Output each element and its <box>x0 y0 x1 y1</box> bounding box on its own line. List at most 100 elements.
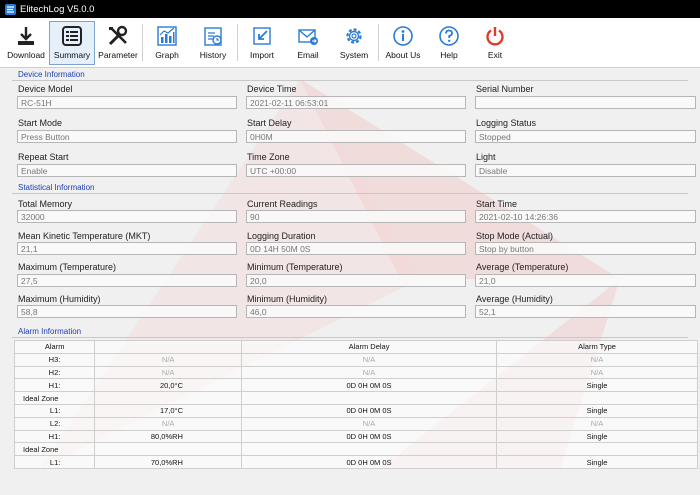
mkt-field[interactable]: 21,1 <box>17 242 237 255</box>
avg-humidity-field[interactable]: 52,1 <box>475 305 696 318</box>
download-button[interactable]: Download <box>3 21 49 65</box>
ideal-zone-label: Ideal Zone <box>13 442 96 457</box>
alarm-table-header: Alarm Alarm Delay Alarm Type <box>13 340 698 354</box>
empty-cell <box>496 442 698 457</box>
time-zone-field[interactable]: UTC +00:00 <box>246 164 466 177</box>
empty-cell <box>240 442 498 457</box>
history-button[interactable]: History <box>190 21 236 65</box>
stop-mode-label: Stop Mode (Actual) <box>476 231 554 241</box>
tools-icon <box>108 25 128 46</box>
alarm-row: L2: N/A N/A N/A <box>13 416 698 431</box>
alarm-table: Alarm Alarm Delay Alarm Type H3: N/A N/A N/… <box>13 340 698 469</box>
alarm-delay-cell: 0D 0H 0M 0S <box>240 378 498 393</box>
min-humidity-label: Minimum (Humidity) <box>247 294 328 304</box>
light-field[interactable]: Disable <box>475 164 696 177</box>
toolbar-separator <box>378 24 379 61</box>
alarm-threshold-cell: 80,0%RH <box>94 429 242 444</box>
light-label: Light <box>476 152 496 162</box>
summary-label: Summary <box>53 50 91 60</box>
ideal-zone-row: Ideal Zone <box>13 442 698 457</box>
avg-temperature-field[interactable]: 21,0 <box>475 274 696 287</box>
title-bar: ElitechLog V5.0.0 <box>0 0 700 18</box>
system-button[interactable]: System <box>331 21 377 65</box>
empty-cell <box>240 391 498 405</box>
value-column-header <box>94 340 242 354</box>
alarm-level-cell: L1: <box>13 403 96 418</box>
alarm-type-cell: Single <box>496 378 698 393</box>
stop-mode-field[interactable]: Stop by button <box>475 242 696 255</box>
total-memory-field[interactable]: 32000 <box>17 210 237 223</box>
max-temperature-field[interactable]: 27,5 <box>17 274 237 287</box>
device-time-label: Device Time <box>247 84 297 94</box>
logging-duration-field[interactable]: 0D 14H 50M 0S <box>246 242 466 255</box>
section-divider <box>12 337 688 338</box>
graph-button[interactable]: Graph <box>144 21 190 65</box>
alarm-delay-cell: 0D 0H 0M 0S <box>240 403 498 418</box>
start-mode-field[interactable]: Press Button <box>17 130 237 143</box>
system-label: System <box>339 50 369 60</box>
max-humidity-field[interactable]: 58,8 <box>17 305 237 318</box>
start-time-field[interactable]: 2021-02-10 14:26:36 <box>475 210 696 223</box>
min-humidity-field[interactable]: 46,0 <box>246 305 466 318</box>
alarm-threshold-cell: 70,0%RH <box>94 455 242 469</box>
alarm-delay-cell: 0D 0H 0M 0S <box>240 455 498 469</box>
alarm-level-cell: H1: <box>13 378 96 393</box>
alarm-level-cell: L1: <box>13 455 96 469</box>
alarm-level-cell: H1: <box>13 429 96 444</box>
import-icon <box>253 27 271 45</box>
window-title: ElitechLog V5.0.0 <box>20 3 95 15</box>
summary-button[interactable]: Summary <box>49 21 95 65</box>
alarm-threshold-cell: 20,0°C <box>94 378 242 393</box>
alarm-type-cell: N/A <box>496 352 698 367</box>
help-label: Help <box>440 50 458 60</box>
device-model-field[interactable]: RC-51H <box>17 96 237 109</box>
current-readings-label: Current Readings <box>247 199 318 209</box>
alarm-delay-cell: N/A <box>240 352 498 367</box>
alarm-threshold-cell: 17,0°C <box>94 403 242 418</box>
summary-icon <box>62 26 82 46</box>
repeat-start-field[interactable]: Enable <box>17 164 237 177</box>
info-icon <box>393 26 413 46</box>
alarm-delay-column-header: Alarm Delay <box>240 340 498 354</box>
current-readings-field[interactable]: 90 <box>246 210 466 223</box>
alarm-row: H1: 80,0%RH 0D 0H 0M 0S Single <box>13 429 698 444</box>
start-delay-label: Start Delay <box>247 118 292 128</box>
logging-duration-label: Logging Duration <box>247 231 316 241</box>
section-divider <box>12 193 688 194</box>
exit-label: Exit <box>487 50 503 60</box>
graph-label: Graph <box>155 50 179 60</box>
import-label: Import <box>249 50 275 60</box>
alarm-type-cell: N/A <box>496 365 698 380</box>
alarm-row: H3: N/A N/A N/A <box>13 352 698 367</box>
parameter-button[interactable]: Parameter <box>95 21 141 65</box>
logging-status-field[interactable]: Stopped <box>475 130 696 143</box>
total-memory-label: Total Memory <box>18 199 73 209</box>
alarm-row: L1: 17,0°C 0D 0H 0M 0S Single <box>13 403 698 418</box>
alarm-level-cell: H2: <box>13 365 96 380</box>
download-label: Download <box>7 50 45 60</box>
email-label: Email <box>297 50 319 60</box>
about-us-button[interactable]: About Us <box>380 21 426 65</box>
help-button[interactable]: Help <box>426 21 472 65</box>
alarm-type-cell: N/A <box>496 416 698 431</box>
serial-number-field[interactable] <box>475 96 696 109</box>
alarm-type-column-header: Alarm Type <box>496 340 698 354</box>
toolbar-separator <box>142 24 143 61</box>
start-time-label: Start Time <box>476 199 518 209</box>
alarm-delay-cell: N/A <box>240 365 498 380</box>
device-time-field[interactable]: 2021-02-11 06:53:01 <box>246 96 466 109</box>
min-temperature-field[interactable]: 20,0 <box>246 274 466 287</box>
ideal-zone-label: Ideal Zone <box>13 391 96 405</box>
alarm-threshold-cell: N/A <box>94 416 242 431</box>
ideal-zone-row: Ideal Zone <box>13 391 698 405</box>
start-mode-label: Start Mode <box>18 118 63 128</box>
mkt-label: Mean Kinetic Temperature (MKT) <box>18 231 151 241</box>
exit-button[interactable]: Exit <box>472 21 518 65</box>
alarm-delay-cell: 0D 0H 0M 0S <box>240 429 498 444</box>
email-icon <box>298 29 318 45</box>
email-button[interactable]: Email <box>285 21 331 65</box>
start-delay-field[interactable]: 0H0M <box>246 130 466 143</box>
alarm-table-body: H3: N/A N/A N/A H2: N/A N/A N/A H1: 20,0°C 0D 0H 0… <box>13 352 698 469</box>
import-button[interactable]: Import <box>239 21 285 65</box>
alarm-threshold-cell: N/A <box>94 365 242 380</box>
